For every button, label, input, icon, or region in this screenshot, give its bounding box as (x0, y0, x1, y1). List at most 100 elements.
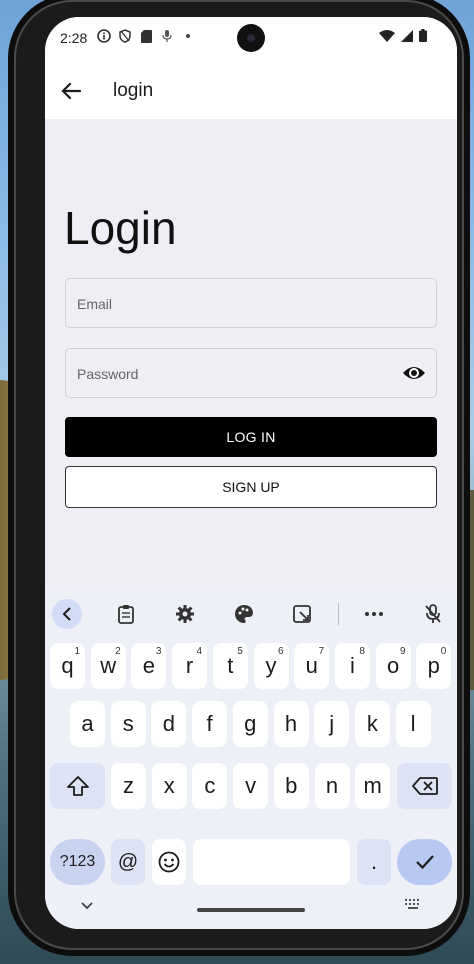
hide-keyboard-button[interactable] (81, 897, 93, 915)
phone-screen: 2:28 login Login Email LOG IN SIGN UP q … (45, 17, 457, 929)
key-letter: u (305, 653, 318, 678)
app-bar: login (45, 61, 457, 119)
symbols-key[interactable]: ?123 (50, 839, 105, 885)
key-o[interactable]: o9 (375, 643, 411, 689)
keyboard-switch-button[interactable] (404, 897, 422, 915)
key-letter: t (227, 653, 234, 678)
key-number-hint: 1 (74, 646, 80, 657)
key-k[interactable]: k (354, 701, 390, 747)
key-y[interactable]: y6 (253, 643, 289, 689)
floating-keyboard-button[interactable] (285, 597, 319, 631)
clipboard-button[interactable] (109, 597, 143, 631)
key-f[interactable]: f (192, 701, 228, 747)
keyboard: q1w2e3r4t5y6u7i8o9p0 asdfghjkl zxcvbnm ?… (45, 589, 457, 929)
settings-button[interactable] (168, 597, 202, 631)
key-number-hint: 9 (400, 646, 406, 657)
key-number-hint: 5 (237, 646, 243, 657)
key-letter: w (100, 653, 117, 678)
shield-icon (118, 29, 132, 43)
front-camera (237, 24, 265, 52)
key-b[interactable]: b (273, 763, 309, 809)
key-number-hint: 3 (155, 646, 162, 657)
navigation-bar (45, 885, 457, 929)
clipboard-icon (118, 605, 134, 624)
backspace-key[interactable] (397, 763, 452, 809)
collapse-toolbar-button[interactable] (52, 599, 82, 629)
key-letter: p (427, 653, 440, 678)
key-d[interactable]: d (151, 701, 187, 747)
password-field[interactable] (65, 348, 437, 399)
key-letter: e (142, 653, 156, 678)
home-indicator[interactable] (197, 908, 305, 912)
arrow-left-icon (61, 82, 81, 100)
shift-icon (66, 776, 89, 796)
key-letter: y (265, 653, 277, 678)
key-number-hint: 4 (196, 646, 203, 657)
key-number-hint: 0 (440, 646, 447, 657)
status-bar: 2:28 (45, 17, 457, 61)
key-v[interactable]: v (233, 763, 269, 809)
key-w[interactable]: w2 (90, 643, 126, 689)
key-a[interactable]: a (70, 701, 105, 747)
key-j[interactable]: j (314, 701, 350, 747)
key-number-hint: 2 (115, 646, 121, 657)
more-options-button[interactable] (357, 597, 391, 631)
login-heading: Login (64, 202, 177, 254)
signal-icon (401, 29, 413, 47)
email-field[interactable] (65, 278, 437, 329)
more-horizontal-icon (365, 612, 383, 616)
key-u[interactable]: u7 (294, 643, 330, 689)
key-t[interactable]: t5 (212, 643, 248, 689)
voice-input-button[interactable] (416, 597, 450, 631)
key-number-hint: 6 (277, 646, 284, 657)
page-title: login (113, 80, 154, 101)
login-form: Login LOG IN SIGN UP (45, 119, 457, 589)
shift-key[interactable] (50, 763, 105, 809)
resize-icon (293, 605, 311, 623)
space-key[interactable] (193, 839, 350, 885)
sd-card-icon (139, 29, 153, 43)
password-input[interactable] (75, 349, 389, 399)
key-i[interactable]: i8 (334, 643, 370, 689)
info-icon (97, 29, 111, 43)
login-button[interactable]: LOG IN (65, 417, 437, 457)
key-l[interactable]: l (395, 701, 431, 747)
enter-key[interactable] (397, 839, 452, 885)
chevron-left-icon (62, 607, 71, 621)
status-time: 2:28 (60, 30, 88, 46)
battery-icon (419, 29, 427, 47)
key-e[interactable]: e3 (131, 643, 167, 689)
signup-button[interactable]: SIGN UP (65, 466, 437, 508)
key-z[interactable]: z (111, 763, 146, 809)
emoji-icon (158, 851, 180, 873)
eye-icon[interactable] (402, 362, 426, 384)
key-number-hint: 8 (359, 646, 365, 657)
key-q[interactable]: q1 (50, 643, 85, 689)
key-x[interactable]: x (151, 763, 187, 809)
email-input[interactable] (75, 279, 389, 329)
emoji-key[interactable] (152, 839, 186, 885)
key-g[interactable]: g (232, 701, 268, 747)
key-letter: q (61, 653, 74, 678)
key-h[interactable]: h (273, 701, 309, 747)
key-r[interactable]: r4 (172, 643, 208, 689)
at-key[interactable]: @ (111, 839, 145, 885)
key-letter: r (185, 653, 194, 678)
key-c[interactable]: c (192, 763, 228, 809)
key-m[interactable]: m (355, 763, 391, 809)
keyboard-toolbar (45, 597, 457, 631)
mic-off-icon (425, 604, 441, 623)
period-key[interactable]: . (357, 839, 391, 885)
theme-button[interactable] (227, 597, 261, 631)
key-s[interactable]: s (110, 701, 146, 747)
key-letter: o (386, 653, 400, 678)
key-number-hint: 7 (318, 646, 325, 657)
dot-icon (181, 29, 195, 43)
mic-icon (160, 29, 174, 43)
chevron-down-icon (81, 902, 93, 910)
back-button[interactable] (55, 75, 87, 107)
toolbar-divider (338, 603, 339, 625)
key-n[interactable]: n (314, 763, 350, 809)
key-p[interactable]: p0 (416, 643, 452, 689)
palette-icon (235, 605, 253, 623)
